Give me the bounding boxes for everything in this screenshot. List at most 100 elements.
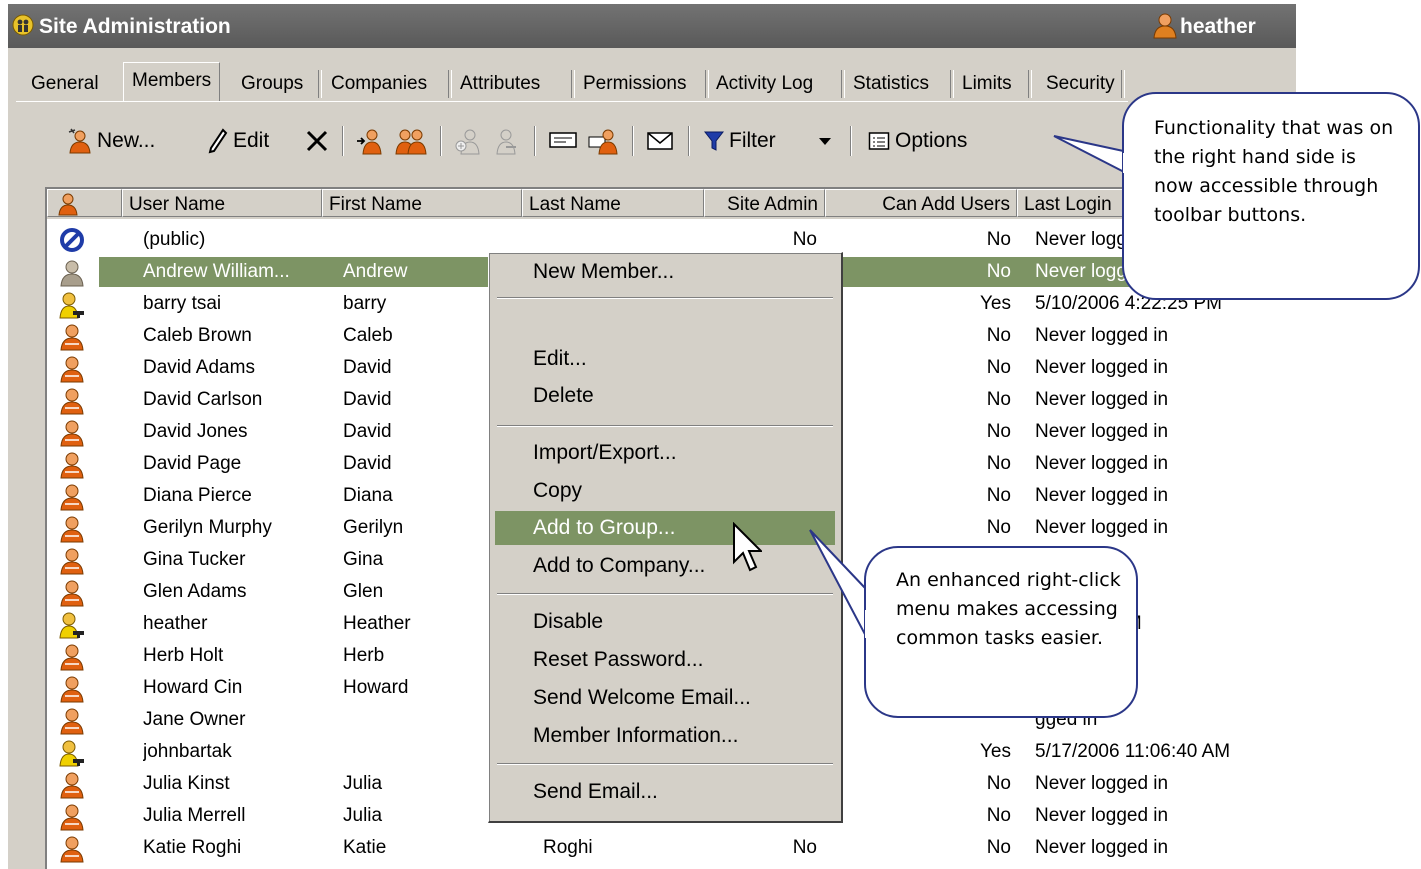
tab-general[interactable]: General	[23, 68, 107, 96]
toolbar-separator	[534, 126, 536, 156]
tab-attributes[interactable]: Attributes	[452, 68, 548, 96]
cell-can-add-users: Yes	[980, 293, 1011, 314]
cell-last-login: Never logged in	[1035, 837, 1169, 858]
cell-can-add-users: No	[986, 453, 1011, 474]
filter-funnel-icon	[704, 131, 724, 151]
filter-button[interactable]: Filter	[704, 124, 776, 158]
new-button[interactable]: New...	[68, 124, 155, 158]
menu-item-add-to-company[interactable]: Add to Company...	[495, 549, 835, 583]
filter-dropdown-button[interactable]	[818, 124, 832, 158]
toolbar-separator	[688, 126, 690, 156]
cell-user-name: Julia Merrell	[143, 805, 246, 826]
cell-can-add-users: No	[986, 357, 1011, 378]
column-header-can-add-users[interactable]: Can Add Users	[825, 189, 1017, 217]
cell-can-add-users: No	[986, 837, 1011, 858]
cell-user-name: Gina Tucker	[143, 549, 246, 570]
cell-can-add-users: No	[986, 485, 1011, 506]
column-header-first-name[interactable]: First Name	[322, 189, 522, 217]
site-administration-window: Site Administration heather General Memb…	[8, 4, 1296, 869]
tab-statistics[interactable]: Statistics	[845, 68, 937, 96]
cell-user-name: heather	[143, 613, 208, 634]
tab-companies[interactable]: Companies	[323, 68, 435, 96]
cell-user-name: Katie Roghi	[143, 837, 242, 858]
cell-user-name: (public)	[143, 229, 206, 250]
cell-can-add-users: No	[986, 261, 1011, 282]
cell-user-name: barry tsai	[143, 293, 222, 314]
cell-last-login: Never logged in	[1035, 805, 1169, 826]
toolbar-separator	[850, 126, 852, 156]
site-admin-icon	[12, 14, 34, 36]
tab-limits[interactable]: Limits	[954, 68, 1020, 96]
reset-password-button[interactable]	[588, 124, 618, 158]
cell-last-login: Never logged in	[1035, 357, 1169, 378]
cell-last-login: Never logged in	[1035, 325, 1169, 346]
copy-member-button[interactable]	[394, 124, 428, 158]
mouse-cursor-icon	[733, 522, 762, 572]
add-to-group-icon	[455, 129, 480, 155]
tab-separator	[1028, 70, 1032, 98]
member-key-icon	[588, 129, 618, 155]
menu-item-add-to-group[interactable]: Add to Group...	[495, 511, 835, 545]
cell-can-add-users: No	[986, 229, 1011, 250]
menu-item-member-information[interactable]: Member Information...	[495, 719, 835, 753]
send-email-button[interactable]	[646, 124, 674, 158]
cell-site-admin: No	[792, 837, 817, 858]
options-button[interactable]: Options	[868, 124, 967, 158]
menu-item-edit[interactable]: Edit...	[495, 342, 835, 376]
cell-last-login: Never logged in	[1035, 421, 1169, 442]
tab-permissions[interactable]: Permissions	[575, 68, 694, 96]
current-user: heather	[1180, 15, 1256, 38]
tab-activity-log[interactable]: Activity Log	[708, 68, 821, 96]
member-icon	[58, 193, 78, 216]
tab-groups[interactable]: Groups	[233, 68, 311, 96]
cell-first-name: Katie	[343, 837, 387, 858]
column-header-site-admin[interactable]: Site Admin	[704, 189, 825, 217]
edit-button[interactable]: Edit	[208, 124, 269, 158]
menu-separator	[497, 763, 833, 765]
remove-from-group-button[interactable]	[492, 124, 520, 158]
cell-last-login: Never logged in	[1035, 389, 1169, 410]
table-header: User Name First Name Last Name Site Admi…	[47, 189, 1296, 219]
delete-button[interactable]	[305, 124, 329, 158]
menu-item-import-export[interactable]: Import/Export...	[495, 436, 835, 470]
tab-security[interactable]: Security	[1038, 68, 1123, 96]
menu-item-delete[interactable]: Delete	[495, 379, 835, 413]
cell-can-add-users: Yes	[980, 741, 1011, 762]
cell-last-login: Never logged in	[1035, 485, 1169, 506]
menu-item-send-welcome-email[interactable]: Send Welcome Email...	[495, 681, 835, 715]
cell-user-name: Gerilyn Murphy	[143, 517, 272, 538]
edit-button-label: Edit	[233, 129, 270, 152]
cell-user-name: David Carlson	[143, 389, 263, 410]
options-button-label: Options	[895, 129, 968, 152]
cell-user-name: David Adams	[143, 357, 255, 378]
menu-item-copy[interactable]: Copy	[495, 474, 835, 508]
menu-item-reset-password[interactable]: Reset Password...	[495, 643, 835, 677]
member-icon	[59, 515, 85, 543]
tab-separator	[318, 70, 322, 98]
member-info-button[interactable]	[548, 124, 578, 158]
menu-separator	[497, 593, 833, 595]
tab-members[interactable]: Members	[123, 62, 221, 101]
chevron-down-icon	[819, 138, 831, 145]
column-header-last-name[interactable]: Last Name	[522, 189, 704, 217]
menu-item-disable[interactable]: Disable	[495, 605, 835, 639]
filter-button-label: Filter	[729, 129, 776, 152]
member-icon	[59, 643, 85, 671]
member-icon	[59, 675, 85, 703]
member-icon	[59, 803, 85, 831]
table-row[interactable]: Katie Roghi Katie Roghi No No Never logged in	[47, 833, 1296, 865]
menu-item-send-email[interactable]: Send Email...	[495, 775, 835, 809]
add-to-group-button[interactable]	[454, 124, 482, 158]
cell-last-login: Never logged in	[1035, 773, 1169, 794]
cell-can-add-users: No	[986, 325, 1011, 346]
icon-column-header[interactable]	[47, 189, 122, 217]
copy-members-icon	[395, 129, 427, 155]
menu-item-new-member[interactable]: New Member...	[495, 255, 835, 289]
tab-panel-edge	[16, 101, 1128, 102]
context-menu-callout: An enhanced right-click menu makes acces…	[864, 546, 1138, 718]
pencil-icon	[208, 128, 228, 154]
column-header-user-name[interactable]: User Name	[122, 189, 322, 217]
new-member-icon	[68, 128, 91, 154]
member-icon	[59, 835, 85, 863]
import-export-button[interactable]	[356, 124, 384, 158]
